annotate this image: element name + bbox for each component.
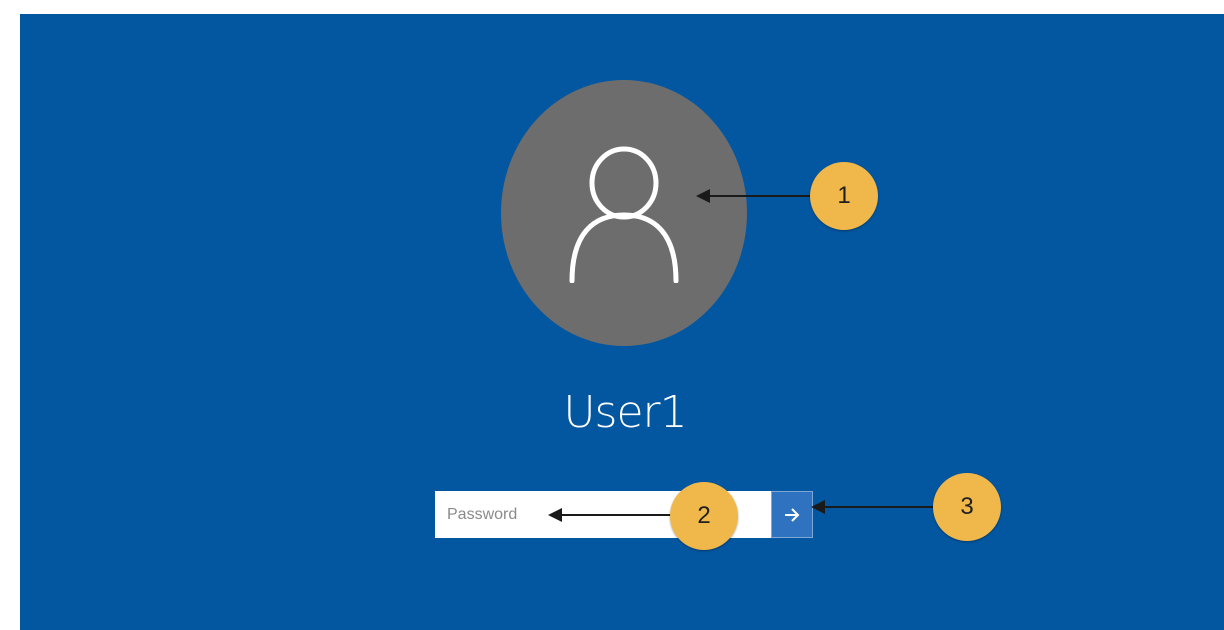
username-label: User1 [563, 387, 687, 438]
callout-badge-2: 2 [670, 482, 738, 550]
callout-arrow-3 [811, 500, 938, 514]
lock-screen: User1 1 2 3 [20, 14, 1224, 630]
callout-badge-3: 3 [933, 473, 1001, 541]
callout-arrow-2 [548, 508, 672, 522]
user-avatar [501, 80, 747, 346]
user-icon [569, 146, 679, 283]
arrow-right-icon [785, 507, 800, 522]
callout-arrow-1 [696, 189, 810, 203]
submit-button[interactable] [771, 491, 813, 538]
callout-badge-1: 1 [810, 162, 878, 230]
